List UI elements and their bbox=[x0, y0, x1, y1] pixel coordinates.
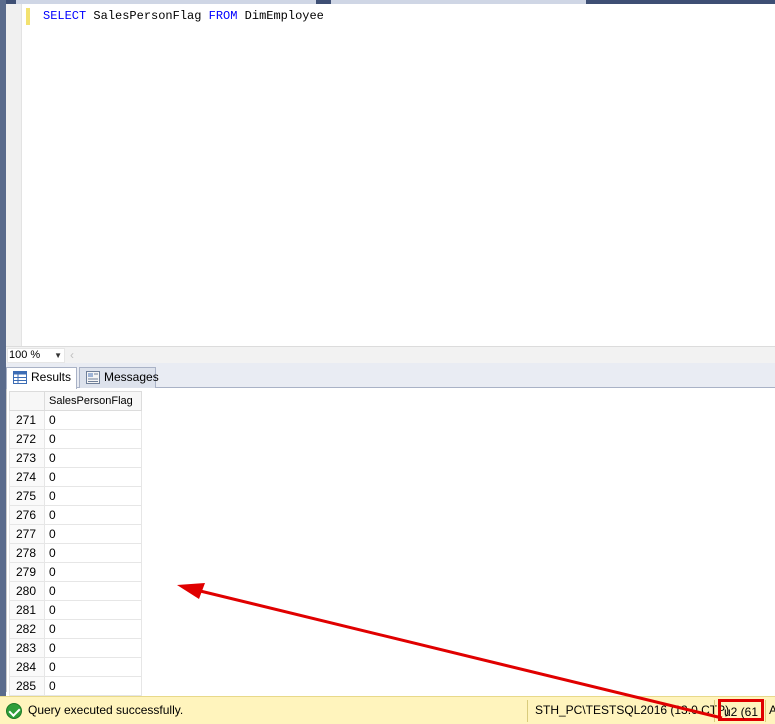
table-row[interactable]: 282 0 bbox=[9, 619, 142, 639]
row-number[interactable]: 279 bbox=[9, 562, 45, 582]
grid-header-row: SalesPersonFlag bbox=[9, 391, 142, 411]
status-database: A bbox=[769, 703, 775, 717]
row-number[interactable]: 276 bbox=[9, 505, 45, 525]
keyword-select: SELECT bbox=[43, 9, 87, 23]
table-row[interactable]: 283 0 bbox=[9, 638, 142, 658]
cell-salespersonflag[interactable]: 0 bbox=[44, 676, 142, 696]
change-marker bbox=[26, 8, 30, 25]
cell-salespersonflag[interactable]: 0 bbox=[44, 581, 142, 601]
cell-salespersonflag[interactable]: 0 bbox=[44, 543, 142, 563]
scroll-left-icon[interactable]: ‹ bbox=[70, 348, 74, 362]
status-message: Query executed successfully. bbox=[28, 703, 184, 717]
chevron-down-icon: ▼ bbox=[54, 351, 62, 360]
tab-messages-label: Messages bbox=[104, 370, 159, 384]
cell-salespersonflag[interactable]: 0 bbox=[44, 467, 142, 487]
table-row[interactable]: 271 0 bbox=[9, 410, 142, 430]
table-row[interactable]: 273 0 bbox=[9, 448, 142, 468]
status-bar: Query executed successfully. STH_PC\TEST… bbox=[0, 696, 775, 724]
table-row[interactable]: 275 0 bbox=[9, 486, 142, 506]
cell-salespersonflag[interactable]: 0 bbox=[44, 638, 142, 658]
row-number[interactable]: 272 bbox=[9, 429, 45, 449]
tab-messages[interactable]: Messages bbox=[79, 367, 159, 388]
status-divider bbox=[714, 700, 715, 722]
cell-salespersonflag[interactable]: 0 bbox=[44, 657, 142, 677]
results-grid-area: SalesPersonFlag 271 0 272 0 273 0 274 0 275 0 276 0… bbox=[6, 389, 775, 696]
row-number[interactable]: 273 bbox=[9, 448, 45, 468]
editor-gutter bbox=[6, 4, 22, 346]
table-name: DimEmployee bbox=[244, 9, 324, 23]
query-text[interactable]: SELECT SalesPersonFlag FROM DimEmployee bbox=[43, 9, 324, 24]
cell-salespersonflag[interactable]: 0 bbox=[44, 429, 142, 449]
table-row[interactable]: 285 0 bbox=[9, 676, 142, 696]
row-number[interactable]: 277 bbox=[9, 524, 45, 544]
status-divider bbox=[527, 700, 528, 722]
column-name: SalesPersonFlag bbox=[93, 9, 202, 23]
row-number[interactable]: 278 bbox=[9, 543, 45, 563]
results-grid[interactable]: SalesPersonFlag 271 0 272 0 273 0 274 0 275 0 276 0… bbox=[9, 391, 142, 696]
table-row[interactable]: 276 0 bbox=[9, 505, 142, 525]
column-header-salespersonflag[interactable]: SalesPersonFlag bbox=[44, 391, 142, 411]
cell-salespersonflag[interactable]: 0 bbox=[44, 562, 142, 582]
table-row[interactable]: 279 0 bbox=[9, 562, 142, 582]
status-user-highlighted: u2 (61 bbox=[718, 699, 765, 721]
row-number[interactable]: 285 bbox=[9, 676, 45, 696]
grid-icon bbox=[13, 371, 27, 384]
row-number[interactable]: 284 bbox=[9, 657, 45, 677]
table-row[interactable]: 278 0 bbox=[9, 543, 142, 563]
cell-salespersonflag[interactable]: 0 bbox=[44, 505, 142, 525]
messages-icon bbox=[86, 371, 100, 384]
cell-salespersonflag[interactable]: 0 bbox=[44, 524, 142, 544]
row-number[interactable]: 283 bbox=[9, 638, 45, 658]
row-number[interactable]: 271 bbox=[9, 410, 45, 430]
cell-salespersonflag[interactable]: 0 bbox=[44, 486, 142, 506]
zoom-dropdown[interactable]: 100 % ▼ bbox=[7, 348, 65, 363]
tab-results-label: Results bbox=[31, 370, 72, 384]
results-tabs: Results Messages bbox=[6, 363, 775, 389]
zoom-bar: 100 % ▼ ‹ bbox=[6, 346, 775, 363]
row-number[interactable]: 281 bbox=[9, 600, 45, 620]
zoom-value: 100 % bbox=[9, 349, 41, 361]
cell-salespersonflag[interactable]: 0 bbox=[44, 619, 142, 639]
status-server: STH_PC\TESTSQL2016 (13.0 CTP) bbox=[535, 703, 730, 717]
cell-salespersonflag[interactable]: 0 bbox=[44, 600, 142, 620]
row-number[interactable]: 274 bbox=[9, 467, 45, 487]
tab-results[interactable]: Results bbox=[6, 367, 77, 389]
row-number[interactable]: 275 bbox=[9, 486, 45, 506]
row-number[interactable]: 282 bbox=[9, 619, 45, 639]
table-row[interactable]: 274 0 bbox=[9, 467, 142, 487]
success-check-icon bbox=[6, 703, 22, 719]
cell-salespersonflag[interactable]: 0 bbox=[44, 448, 142, 468]
cell-salespersonflag[interactable]: 0 bbox=[44, 410, 142, 430]
status-divider bbox=[765, 700, 766, 722]
table-row[interactable]: 280 0 bbox=[9, 581, 142, 601]
table-row[interactable]: 284 0 bbox=[9, 657, 142, 677]
table-row[interactable]: 281 0 bbox=[9, 600, 142, 620]
keyword-from: FROM bbox=[208, 9, 238, 23]
query-editor[interactable]: SELECT SalesPersonFlag FROM DimEmployee bbox=[6, 4, 775, 346]
table-row[interactable]: 277 0 bbox=[9, 524, 142, 544]
row-number[interactable]: 280 bbox=[9, 581, 45, 601]
table-row[interactable]: 272 0 bbox=[9, 429, 142, 449]
grid-corner-cell[interactable] bbox=[9, 391, 45, 411]
